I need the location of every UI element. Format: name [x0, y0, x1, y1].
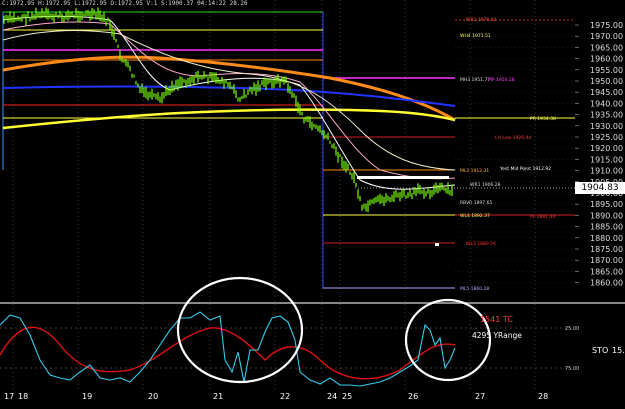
ticks-counter: 1541 TC: [480, 315, 513, 324]
range-text: 4295 YRange: [472, 331, 522, 340]
price-tick: 1960.00: [590, 55, 623, 64]
label-wh4: WH4 1971.51: [460, 33, 491, 39]
osc-label: STO: [592, 346, 608, 355]
price-tick: 1890.00: [590, 211, 623, 220]
label-yest-mid: Yest Mid Point 1912.92: [499, 166, 551, 172]
small-marker: [435, 243, 439, 246]
price-tick: 1865.00: [590, 267, 623, 276]
annotation-circle-2: [404, 298, 492, 382]
price-tick: 1895.00: [590, 200, 623, 209]
current-price-badge: 1904.83: [575, 182, 625, 194]
label-mh3: MH3 1951.77: [460, 77, 490, 83]
label-wr1-top: WR1 1976.02: [466, 17, 497, 23]
price-tick: 1910.00: [590, 167, 623, 176]
label-wl4: WL4 1892.37: [460, 213, 490, 219]
osc-value: 15.: [612, 346, 625, 355]
price-tick: 1885.00: [590, 223, 623, 232]
price-tick: 1930.00: [590, 122, 623, 131]
date-label: 18: [18, 392, 28, 401]
stoch-slow-line: [0, 326, 456, 380]
price-tick: 1870.00: [590, 256, 623, 265]
label-wr1-mid: WR1 1906.28: [470, 182, 501, 188]
price-chart[interactable]: WR1 1976.02 WH4 1971.51 MH3 1951.77 MP 1…: [0, 0, 625, 405]
date-label: 27: [475, 392, 485, 401]
label-wl3: WL3 1880.56: [466, 241, 496, 247]
price-axis[interactable]: 1975.00 1970.00 1965.00 1960.00 1955.00 1950.…: [575, 21, 623, 288]
price-tick: 1950.00: [590, 77, 623, 86]
trading-chart-window: C:1972.95 H:1972.95 L:1972.95 O:1972.95 …: [0, 0, 625, 405]
price-tick: 1970.00: [590, 32, 623, 41]
label-rbvr: RBVR 1897.65: [460, 200, 492, 206]
date-label: 19: [82, 392, 92, 401]
price-pane[interactable]: [0, 0, 575, 302]
label-mp: MP 1950.28: [488, 77, 515, 83]
label-ml3: ML3 1912.31: [460, 168, 489, 174]
ohlc-header: C:1972.95 H:1972.95 L:1972.95 O:1972.95 …: [2, 0, 248, 7]
osc-level-75: 75.00: [565, 366, 579, 372]
white-marker: [357, 176, 449, 179]
date-label: 24: [327, 392, 337, 401]
label-pl: PL 1891.44: [530, 214, 555, 220]
price-tick: 1935.00: [590, 111, 623, 120]
date-label: 21: [213, 392, 223, 401]
price-tick: 1945.00: [590, 88, 623, 97]
price-tick: 1875.00: [590, 245, 623, 254]
date-label: 26: [408, 392, 418, 401]
price-tick: 1915.00: [590, 155, 623, 164]
date-label: 17: [4, 392, 14, 401]
price-tick: 1940.00: [590, 99, 623, 108]
label-pr: PR 1934.38: [530, 116, 556, 122]
price-tick: 1860.00: [590, 279, 623, 288]
label-ml5: ML5 1860.28: [460, 286, 489, 292]
price-tick: 1975.00: [590, 21, 623, 30]
date-axis[interactable]: 17 18 19 20 21 22 24 25 26 27 28: [4, 392, 548, 401]
date-label: 20: [148, 392, 158, 401]
price-tick: 1955.00: [590, 66, 623, 75]
price-tick: 1880.00: [590, 234, 623, 243]
label-lh-low: LH Low 1926.44: [495, 135, 531, 141]
date-label: 22: [280, 392, 290, 401]
price-tick: 1925.00: [590, 133, 623, 142]
price-tick: 1920.00: [590, 144, 623, 153]
date-label: 25: [342, 392, 352, 401]
osc-level-25: 25.00: [565, 326, 579, 332]
date-label: 28: [538, 392, 548, 401]
price-tick: 1965.00: [590, 43, 623, 52]
